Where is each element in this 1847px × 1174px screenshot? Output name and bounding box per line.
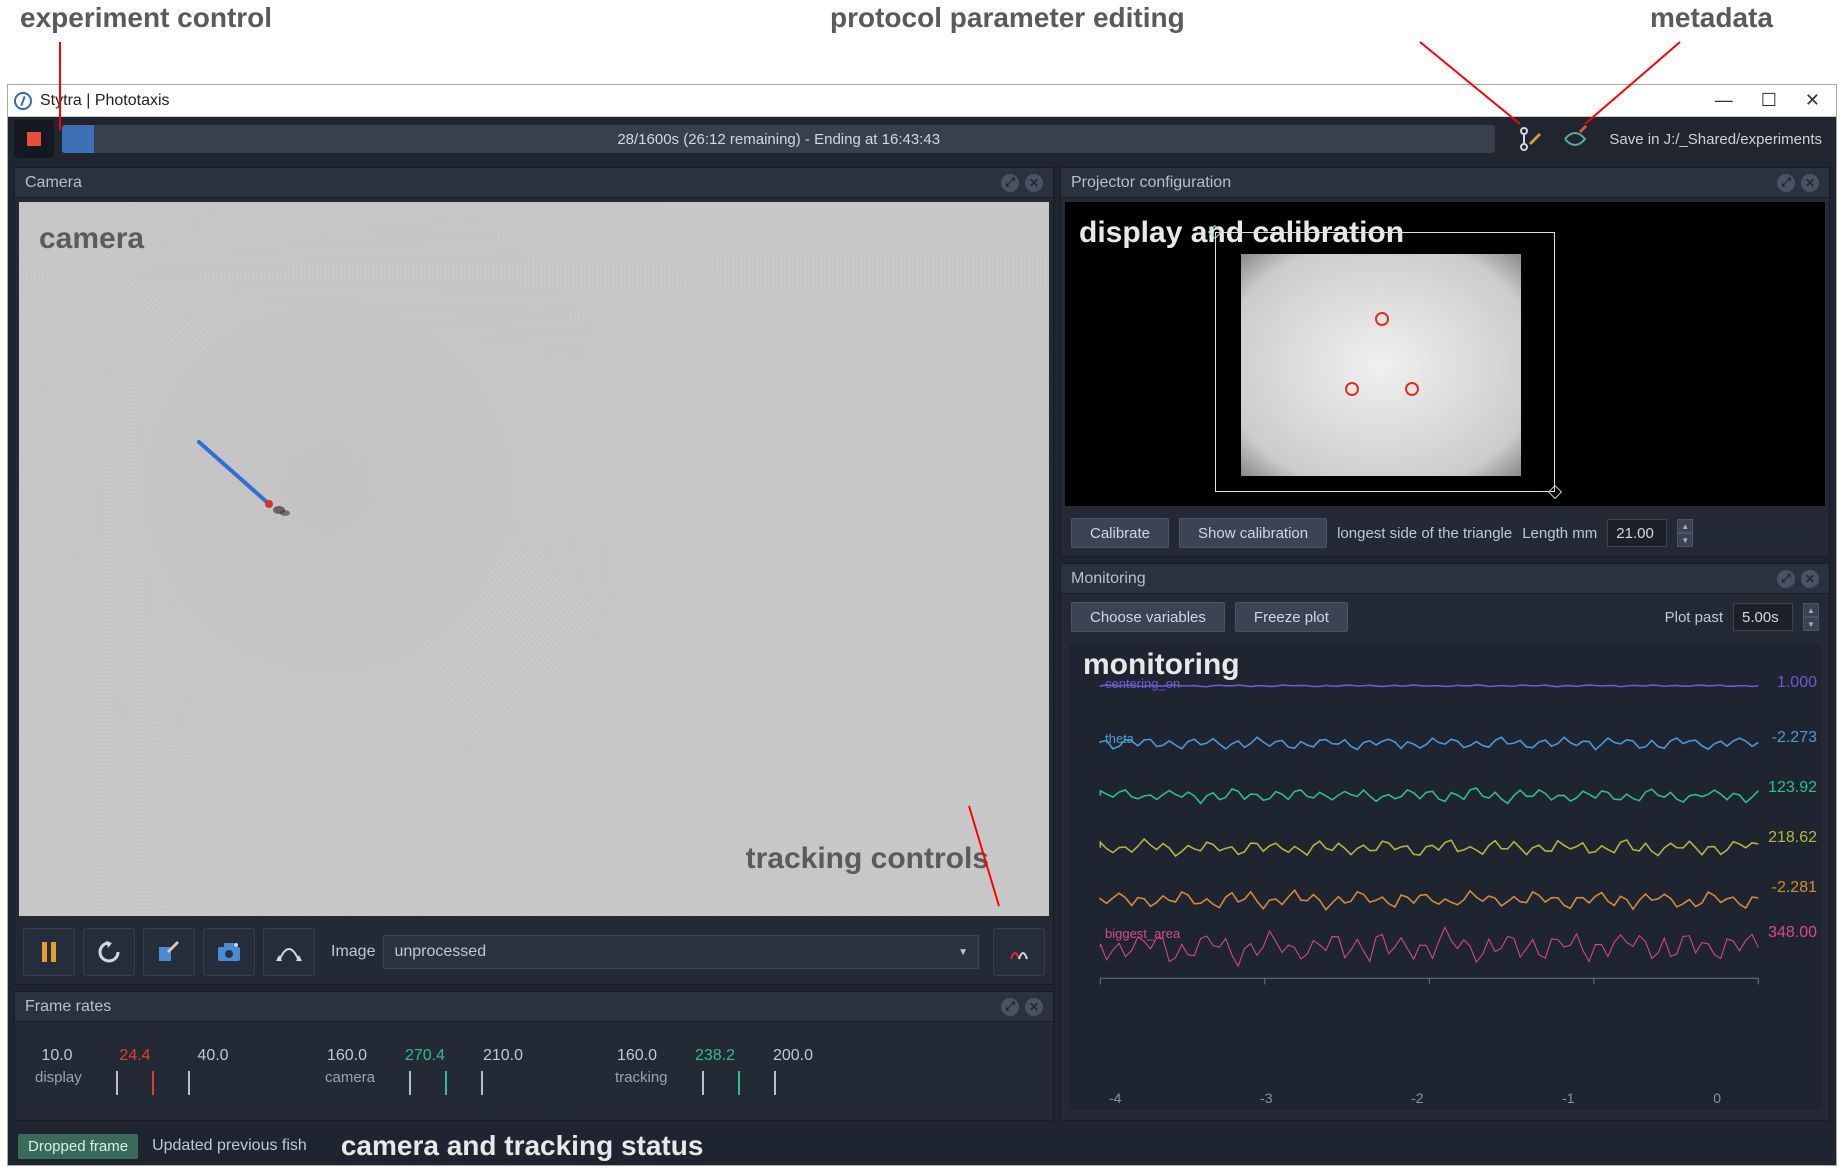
monitoring-panel: Monitoring ⤢ ✕ Choose variables Freeze p…	[1060, 563, 1830, 1121]
frate-tick-label: 160.0	[325, 1047, 369, 1065]
frate-current: 24.4	[113, 1047, 157, 1065]
length-stepper[interactable]: ▲▼	[1677, 519, 1693, 547]
window-title: Stytra | Phototaxis	[40, 92, 1715, 110]
tracking-settings-button[interactable]	[993, 928, 1045, 976]
close-panel-icon[interactable]: ✕	[1025, 998, 1043, 1016]
undock-icon[interactable]: ⤢	[1777, 174, 1795, 192]
frate-tick-label: 210.0	[481, 1047, 525, 1065]
series-value: 348.00	[1768, 924, 1817, 942]
series-value: -2.281	[1772, 879, 1817, 897]
annotation-text: experiment control	[20, 2, 272, 34]
frate-current: 238.2	[693, 1047, 737, 1065]
close-panel-icon[interactable]: ✕	[1025, 174, 1043, 192]
protocol-edit-icon[interactable]	[1513, 121, 1549, 157]
calibrate-button[interactable]: Calibrate	[1071, 518, 1169, 548]
calibration-point-icon	[1405, 382, 1419, 396]
annotation-text: camera and tracking status	[341, 1130, 704, 1162]
close-panel-icon[interactable]: ✕	[1801, 174, 1819, 192]
show-calibration-button[interactable]: Show calibration	[1179, 518, 1327, 548]
pause-button[interactable]	[23, 928, 75, 976]
frate-tick-label: 10.0	[35, 1047, 79, 1065]
projector-panel: Projector configuration ⤢ ✕ display and …	[1060, 167, 1830, 557]
length-label: Length mm	[1522, 525, 1597, 542]
progress-bar[interactable]: 28/1600s (26:12 remaining) - Ending at 1…	[62, 125, 1495, 153]
camera-controls: Image unprocessed ▼	[15, 920, 1053, 984]
dropped-frame-badge: Dropped frame	[18, 1134, 138, 1159]
progress-text: 28/1600s (26:12 remaining) - Ending at 1…	[617, 131, 940, 148]
series-value: 123.92	[1768, 779, 1817, 797]
frate-tick-label: 160.0	[615, 1047, 659, 1065]
panel-title: Projector configuration	[1071, 174, 1231, 192]
calibration-projection	[1241, 254, 1521, 476]
window-titlebar: Stytra | Phototaxis — ☐ ✕	[8, 85, 1836, 117]
metadata-icon[interactable]	[1557, 121, 1593, 157]
close-icon[interactable]: ✕	[1805, 90, 1820, 111]
image-select[interactable]: unprocessed ▼	[383, 935, 979, 969]
annotation-text: protocol parameter editing	[830, 2, 1185, 34]
status-bar: Dropped frame Updated previous fish came…	[8, 1127, 1836, 1165]
camera-view[interactable]: camera tracking controls	[19, 202, 1049, 916]
frate-label: display	[35, 1069, 82, 1086]
calibration-point-icon	[1345, 382, 1359, 396]
choose-variables-button[interactable]: Choose variables	[1071, 602, 1225, 632]
app-icon	[14, 92, 32, 110]
frate-label: camera	[325, 1069, 375, 1086]
monitoring-plot[interactable]: monitoring centering_on1.000theta-2.2731…	[1069, 644, 1821, 1110]
projector-view[interactable]: display and calibration	[1065, 202, 1825, 506]
series-label: theta	[1105, 731, 1134, 746]
length-input[interactable]: 21.00	[1607, 519, 1667, 547]
panel-title: Frame rates	[25, 998, 111, 1016]
stop-button[interactable]	[14, 120, 54, 158]
series-value: 218.62	[1768, 829, 1817, 847]
snapshot-button[interactable]	[203, 928, 255, 976]
frate-tick-label: 40.0	[191, 1047, 235, 1065]
series-value: 1.000	[1777, 674, 1817, 692]
close-panel-icon[interactable]: ✕	[1801, 570, 1819, 588]
minimize-icon[interactable]: —	[1715, 90, 1733, 111]
plot-past-label: Plot past	[1665, 609, 1723, 626]
x-axis-ticks: -4 -3 -2 -1 0	[1069, 1090, 1761, 1106]
save-path-text: Save in J:/_Shared/experiments	[1609, 131, 1822, 148]
replay-button[interactable]	[83, 928, 135, 976]
undock-icon[interactable]: ⤢	[1001, 174, 1019, 192]
panel-title: Camera	[25, 174, 82, 192]
frate-tick-label: 200.0	[771, 1047, 815, 1065]
plot-past-input[interactable]: 5.00s	[1733, 603, 1793, 631]
camera-panel: Camera ⤢ ✕ camera tracking controls	[14, 167, 1054, 985]
frate-current: 270.4	[403, 1047, 447, 1065]
edit-roi-button[interactable]	[143, 928, 195, 976]
app-window: Stytra | Phototaxis — ☐ ✕ 28/1600s (26:1…	[7, 84, 1837, 1166]
plot-past-stepper[interactable]: ▲▼	[1803, 603, 1819, 631]
freeze-plot-button[interactable]: Freeze plot	[1235, 602, 1348, 632]
series-value: -2.273	[1772, 729, 1817, 747]
frate-label: tracking	[615, 1069, 668, 1086]
image-label: Image	[331, 943, 375, 961]
status-text: Updated previous fish	[152, 1137, 307, 1155]
toolbar: 28/1600s (26:12 remaining) - Ending at 1…	[8, 117, 1836, 161]
frame-rates-panel: Frame rates ⤢ ✕ 10.0 24.4 40.0 dis	[14, 991, 1054, 1121]
undock-icon[interactable]: ⤢	[1777, 570, 1795, 588]
series-label: biggest_area	[1105, 926, 1180, 941]
longest-side-label: longest side of the triangle	[1337, 525, 1512, 542]
annotation-text: camera	[39, 222, 144, 256]
panel-title: Monitoring	[1071, 570, 1146, 588]
undock-icon[interactable]: ⤢	[1001, 998, 1019, 1016]
series-label: centering_on	[1105, 676, 1180, 691]
annotation-text: metadata	[1650, 2, 1773, 34]
maximize-icon[interactable]: ☐	[1761, 90, 1777, 111]
autoscale-button[interactable]	[263, 928, 315, 976]
calibration-point-icon	[1375, 312, 1389, 326]
